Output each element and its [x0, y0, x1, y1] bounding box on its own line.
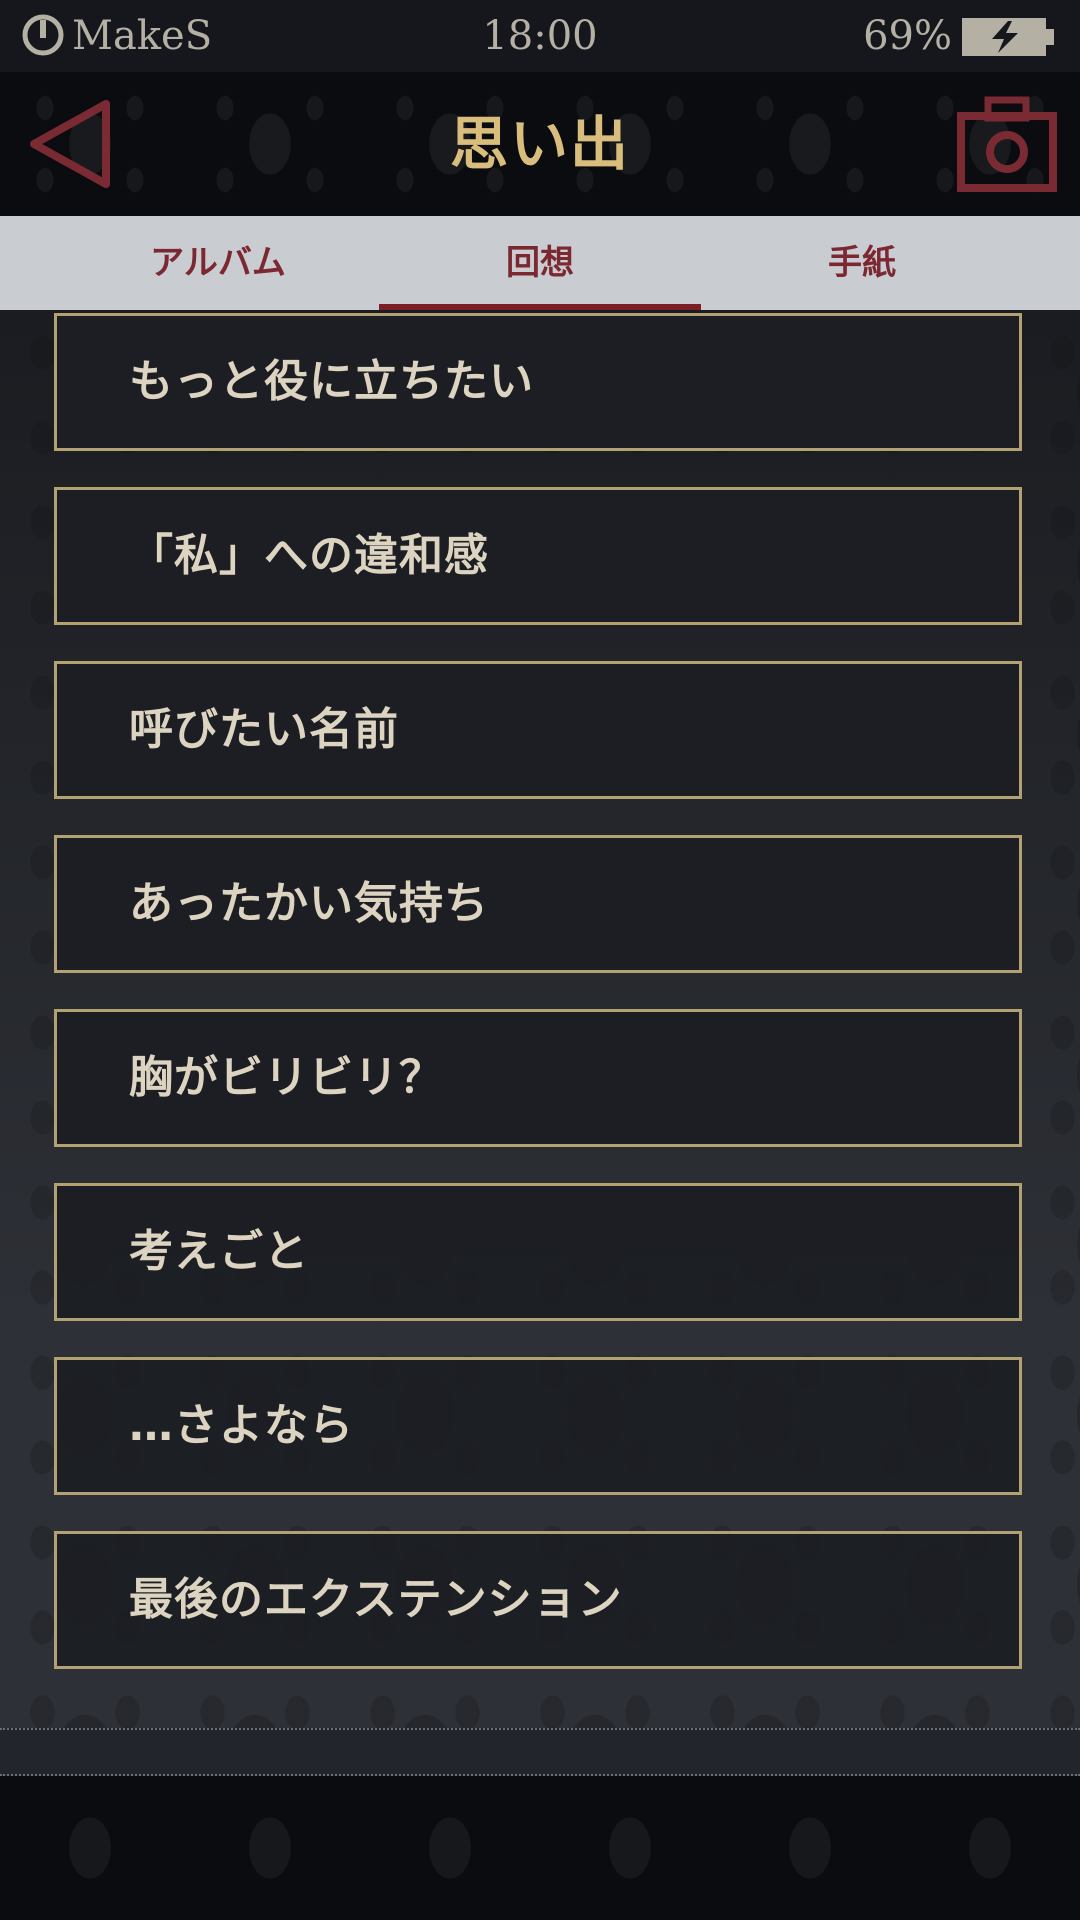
- memory-title: …さよなら: [129, 1400, 354, 1451]
- battery-charging-icon: [962, 18, 1054, 56]
- memory-item[interactable]: もっと役に立ちたい: [54, 313, 1022, 451]
- camera-icon[interactable]: [956, 94, 1058, 194]
- ornamental-border: [0, 1728, 1080, 1776]
- tab-bar: アルバム 回想 手紙: [0, 216, 1080, 311]
- memory-item[interactable]: あったかい気持ち: [54, 835, 1022, 973]
- tab-recollection[interactable]: 回想: [379, 216, 701, 310]
- memory-item[interactable]: 「私」への違和感: [54, 487, 1022, 625]
- memory-list[interactable]: もっと役に立ちたい 「私」への違和感 呼びたい名前 あったかい気持ち 胸がビリビ…: [0, 310, 1080, 1728]
- tab-album[interactable]: アルバム: [57, 216, 379, 310]
- app-header: 思い出: [0, 72, 1080, 216]
- footer-pattern: [0, 1776, 1080, 1920]
- page-title: 思い出: [449, 110, 630, 178]
- memory-item[interactable]: 胸がビリビリ？: [54, 1009, 1022, 1147]
- battery-percent: 69%: [863, 13, 952, 59]
- memory-item[interactable]: 考えごと: [54, 1183, 1022, 1321]
- memory-title: 考えごと: [129, 1226, 309, 1277]
- memory-item[interactable]: 呼びたい名前: [54, 661, 1022, 799]
- memory-item[interactable]: …さよなら: [54, 1357, 1022, 1495]
- memory-item[interactable]: 最後のエクステンション: [54, 1531, 1022, 1669]
- memory-title: 最後のエクステンション: [129, 1574, 623, 1625]
- memory-title: 呼びたい名前: [129, 704, 399, 755]
- memory-title: 胸がビリビリ？: [129, 1052, 444, 1103]
- tab-letters[interactable]: 手紙: [701, 216, 1023, 310]
- memory-title: あったかい気持ち: [129, 878, 489, 929]
- memory-title: 「私」への違和感: [129, 530, 489, 581]
- status-bar: MakeS 18:00 69%: [0, 0, 1080, 72]
- memory-title: もっと役に立ちたい: [129, 356, 534, 407]
